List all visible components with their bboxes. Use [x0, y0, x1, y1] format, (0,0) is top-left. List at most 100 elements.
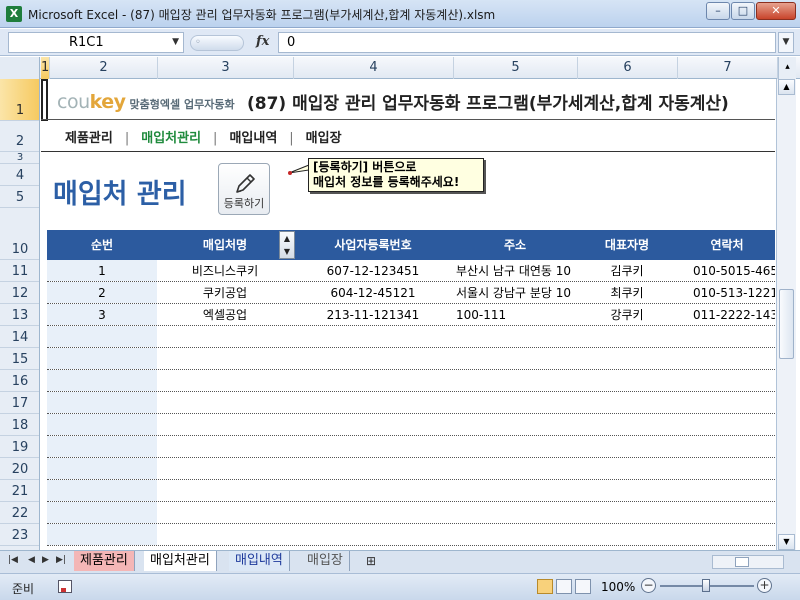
table-row[interactable] [47, 524, 775, 546]
row-header[interactable]: 1 [0, 79, 39, 121]
sheet-tab-product[interactable]: 제품관리 [74, 551, 135, 571]
excel-app-icon[interactable]: X [6, 6, 22, 22]
sheet-tab-purchase-history[interactable]: 매입내역 [229, 551, 290, 571]
row-header[interactable]: 3 [0, 152, 39, 164]
row-header[interactable]: 19 [0, 436, 39, 458]
row-header[interactable]: 14 [0, 326, 39, 348]
sheet-tab-supplier[interactable]: 매입처관리 [144, 551, 217, 571]
select-all-corner[interactable] [0, 57, 40, 79]
chevron-down-icon[interactable]: ▼ [172, 33, 179, 52]
row-header[interactable]: 20 [0, 458, 39, 480]
chevron-up-icon[interactable]: ▲ [280, 232, 294, 245]
table-row[interactable]: 1 비즈니스쿠키 607-12-123451 부산시 남구 대연동 10 김쿠키… [47, 260, 775, 282]
cell-business-number[interactable]: 604-12-45121 [293, 282, 453, 303]
nav-item-supplier[interactable]: 매입처관리 [141, 127, 201, 146]
chevron-down-icon[interactable]: ▼ [280, 245, 294, 258]
zoom-level[interactable]: 100% [601, 580, 635, 594]
close-button[interactable]: ✕ [756, 2, 796, 20]
table-row[interactable] [47, 326, 775, 348]
formula-bar-resize-handle[interactable]: ◦ [190, 35, 244, 51]
row-header[interactable]: 11 [0, 260, 39, 282]
table-row[interactable]: 2 쿠키공업 604-12-45121 서울시 강남구 분당 10 최쿠키 01… [47, 282, 775, 304]
insert-sheet-icon[interactable]: ⊞ [366, 554, 376, 568]
cell-address[interactable]: 서울시 강남구 분당 10 [456, 282, 577, 303]
row-header[interactable]: 17 [0, 392, 39, 414]
cell-no[interactable]: 3 [47, 304, 157, 325]
row-header[interactable]: 12 [0, 282, 39, 304]
table-row[interactable] [47, 370, 775, 392]
table-row[interactable]: 3 엑셀공업 213-11-121341 100-111 강쿠키 011-222… [47, 304, 775, 326]
cell-supplier-name[interactable]: 쿠키공업 [157, 282, 293, 303]
cell-supplier-name[interactable]: 엑셀공업 [157, 304, 293, 325]
normal-view-icon[interactable] [537, 579, 553, 594]
sheet-tab-ledger[interactable]: 매입장 [301, 551, 350, 571]
register-button[interactable]: 등록하기 [218, 163, 270, 215]
zoom-slider-thumb[interactable] [702, 579, 710, 592]
cell-no[interactable]: 2 [47, 282, 157, 303]
column-header[interactable]: 1 [41, 57, 50, 79]
maximize-button[interactable]: □ [731, 2, 755, 20]
horizontal-scrollbar[interactable] [712, 555, 784, 569]
scroll-thumb[interactable] [779, 289, 794, 359]
active-cell[interactable] [41, 79, 48, 121]
cell-business-number[interactable]: 607-12-123451 [293, 260, 453, 281]
page-layout-view-icon[interactable] [556, 579, 572, 594]
row-header[interactable]: 22 [0, 502, 39, 524]
first-sheet-icon[interactable]: |◀ [8, 555, 18, 565]
nav-item-product[interactable]: 제품관리 [65, 127, 113, 146]
vertical-scrollbar[interactable]: ▲ ▼ [776, 79, 796, 550]
zoom-out-icon[interactable]: − [641, 578, 656, 593]
macro-record-icon[interactable] [58, 580, 72, 593]
row-header[interactable]: 10 [0, 208, 39, 260]
column-header[interactable]: 7 [678, 57, 778, 79]
scroll-down-icon[interactable]: ▼ [778, 534, 795, 550]
worksheet[interactable]: coukey 맞춤형엑셀 업무자동화 (87) 매입장 관리 업무자동화 프로그램… [41, 79, 775, 550]
next-sheet-icon[interactable]: ▶ [42, 555, 49, 565]
zoom-in-icon[interactable]: + [757, 578, 772, 593]
cell-representative[interactable]: 최쿠키 [577, 282, 677, 303]
row-header[interactable]: 23 [0, 524, 39, 546]
column-header[interactable]: 3 [158, 57, 294, 79]
nav-item-purchase-history[interactable]: 매입내역 [229, 127, 277, 146]
cell-contact[interactable]: 011-2222-1430 [693, 304, 775, 325]
table-row[interactable] [47, 392, 775, 414]
cell-representative[interactable]: 김쿠키 [577, 260, 677, 281]
cell-no[interactable]: 1 [47, 260, 157, 281]
column-header[interactable]: 5 [454, 57, 578, 79]
last-sheet-icon[interactable]: ▶| [56, 555, 66, 565]
row-header[interactable]: 18 [0, 414, 39, 436]
row-header[interactable]: 16 [0, 370, 39, 392]
cell-contact[interactable]: 010-5015-4654 [693, 260, 775, 281]
table-row[interactable] [47, 480, 775, 502]
nav-item-ledger[interactable]: 매입장 [306, 127, 342, 146]
scroll-thumb[interactable] [735, 557, 749, 567]
cell-address[interactable]: 100-111 [456, 304, 577, 325]
prev-sheet-icon[interactable]: ◀ [28, 555, 35, 565]
insert-function-icon[interactable]: fx [256, 34, 269, 49]
table-row[interactable] [47, 458, 775, 480]
cell-address[interactable]: 부산시 남구 대연동 10 [456, 260, 577, 281]
row-header[interactable]: 21 [0, 480, 39, 502]
cell-supplier-name[interactable]: 비즈니스쿠키 [157, 260, 293, 281]
row-header[interactable]: 15 [0, 348, 39, 370]
minimize-button[interactable]: – [706, 2, 730, 20]
formula-input[interactable]: 0 [278, 32, 776, 53]
table-row[interactable] [47, 414, 775, 436]
split-box-icon[interactable]: ▴ [778, 57, 796, 79]
name-box[interactable]: R1C1 ▼ [8, 32, 184, 53]
column-header[interactable]: 4 [294, 57, 454, 79]
table-row[interactable] [47, 502, 775, 524]
row-header[interactable]: 13 [0, 304, 39, 326]
column-header[interactable]: 2 [50, 57, 158, 79]
row-header[interactable]: 5 [0, 186, 39, 208]
table-row[interactable] [47, 348, 775, 370]
expand-formula-bar-icon[interactable]: ▼ [778, 32, 794, 53]
row-header[interactable]: 2 [0, 121, 39, 152]
page-break-view-icon[interactable] [575, 579, 591, 594]
cell-representative[interactable]: 강쿠키 [577, 304, 677, 325]
column-header[interactable]: 6 [578, 57, 678, 79]
cell-contact[interactable]: 010-513-1221 [693, 282, 775, 303]
cell-business-number[interactable]: 213-11-121341 [293, 304, 453, 325]
row-header[interactable]: 4 [0, 164, 39, 186]
table-row[interactable] [47, 436, 775, 458]
